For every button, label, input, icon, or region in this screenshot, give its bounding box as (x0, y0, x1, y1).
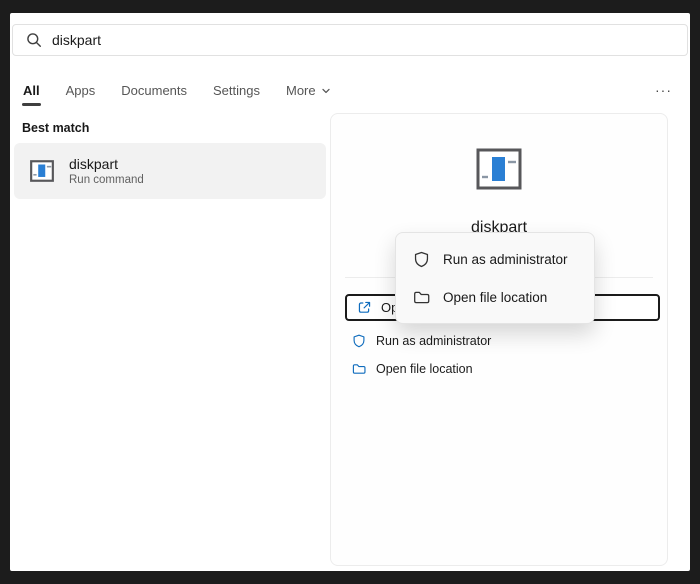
tab-apps-label: Apps (66, 83, 96, 98)
open-file-location-action[interactable]: Open file location (352, 359, 473, 379)
context-menu: Run as administrator Open file location (395, 232, 595, 324)
tab-documents-label: Documents (121, 83, 187, 98)
filter-tabs: All Apps Documents Settings More ··· (22, 81, 676, 107)
result-subtitle: Run command (69, 173, 144, 188)
best-match-result[interactable]: diskpart Run command (14, 143, 326, 199)
tab-apps[interactable]: Apps (65, 81, 97, 108)
overflow-menu-button[interactable]: ··· (651, 81, 676, 99)
open-file-location-label: Open file location (376, 362, 473, 376)
tab-settings-label: Settings (213, 83, 260, 98)
tab-documents[interactable]: Documents (120, 81, 188, 108)
diskpart-app-icon (29, 158, 55, 184)
open-icon (357, 300, 372, 315)
run-as-administrator-label: Run as administrator (376, 334, 491, 348)
menu-item-open-file-location[interactable]: Open file location (402, 278, 588, 316)
section-title-best-match: Best match (22, 121, 89, 135)
search-bar[interactable] (12, 24, 688, 56)
open-file-location-icon (352, 362, 366, 376)
tab-all[interactable]: All (22, 81, 41, 108)
search-window: All Apps Documents Settings More ··· Bes… (10, 13, 690, 571)
admin-shield-icon (352, 334, 366, 348)
run-as-administrator-action[interactable]: Run as administrator (352, 331, 491, 351)
active-tab-indicator (22, 103, 41, 106)
admin-shield-icon (413, 251, 430, 268)
open-file-location-icon (413, 289, 430, 306)
tab-more[interactable]: More (285, 81, 332, 108)
menu-item-label: Open file location (443, 290, 547, 305)
menu-item-label: Run as administrator (443, 252, 568, 267)
chevron-down-icon (321, 86, 331, 96)
tab-all-label: All (23, 83, 40, 98)
tab-settings[interactable]: Settings (212, 81, 261, 108)
result-title: diskpart (69, 155, 144, 173)
preview-panel: diskpart Open Run as administrator (330, 113, 668, 566)
tab-more-label: More (286, 83, 316, 98)
diskpart-app-icon-large (475, 145, 523, 193)
result-text: diskpart Run command (69, 155, 144, 188)
menu-item-run-as-administrator[interactable]: Run as administrator (402, 240, 588, 278)
search-icon (26, 32, 42, 48)
search-input[interactable] (52, 32, 674, 48)
